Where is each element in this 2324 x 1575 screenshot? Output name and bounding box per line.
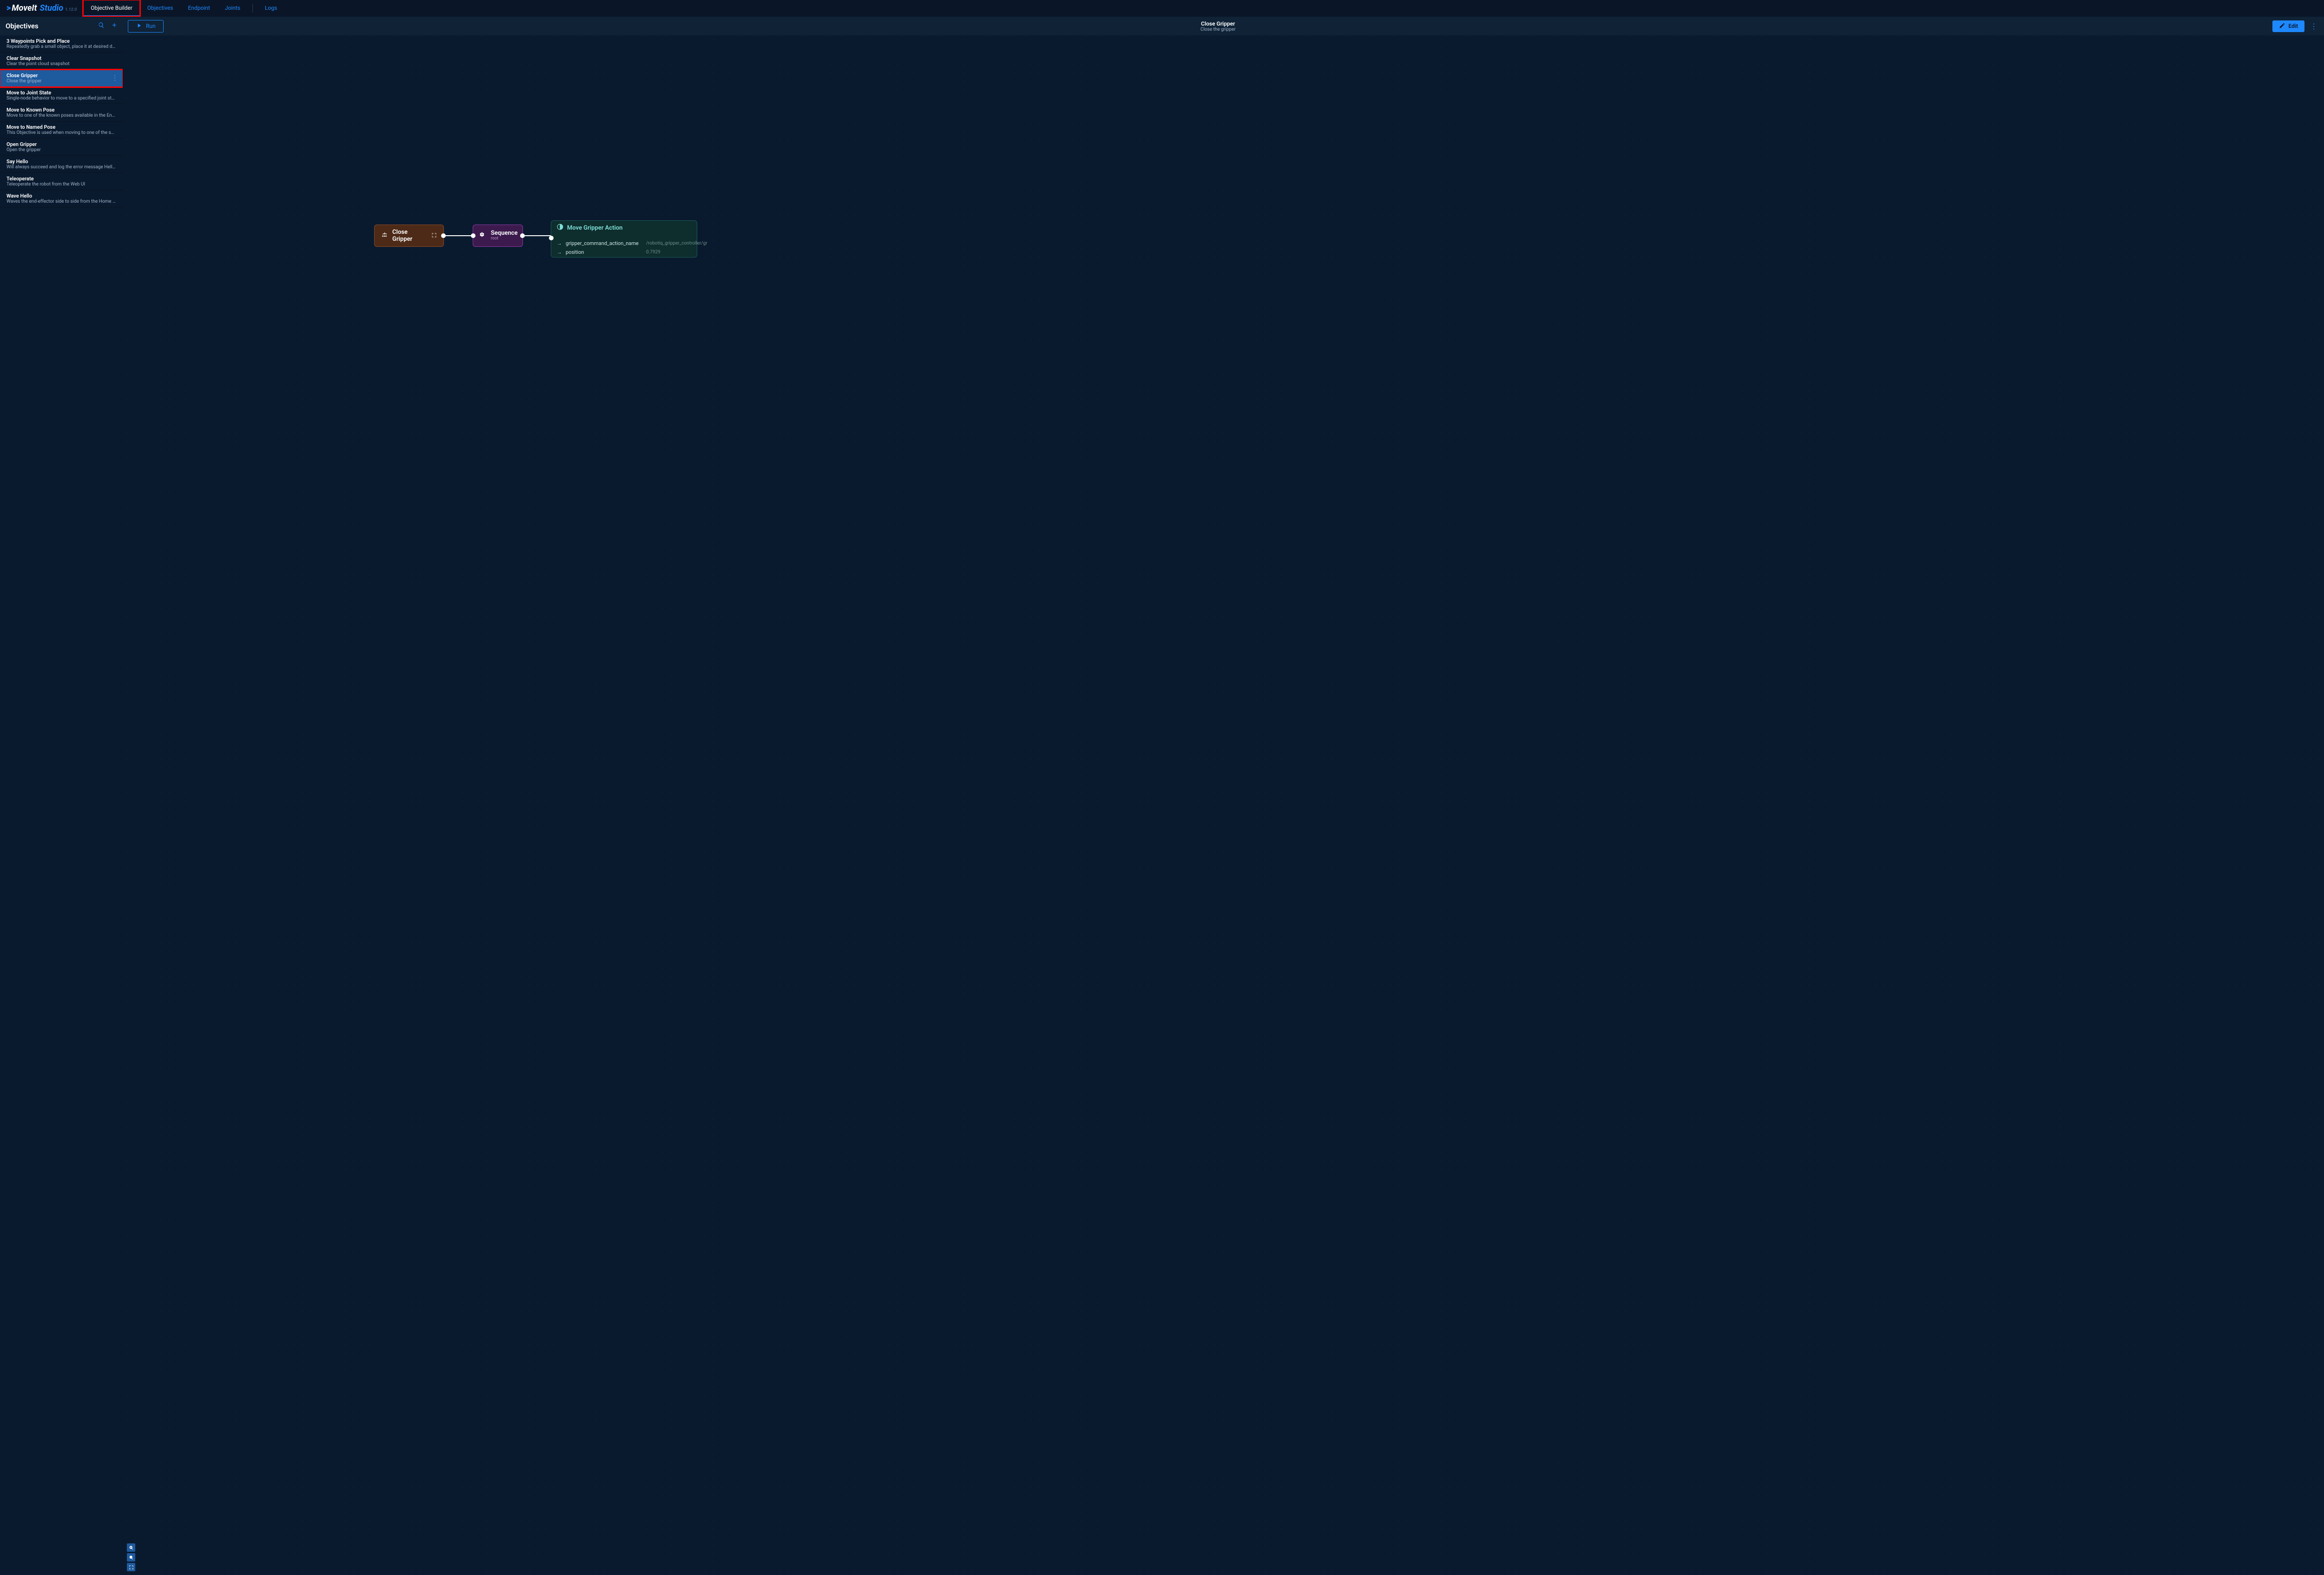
node-close-gripper-label: Close Gripper bbox=[392, 229, 427, 243]
tab-joints[interactable]: Joints bbox=[218, 0, 248, 16]
objective-item-title: Close Gripper bbox=[7, 73, 116, 79]
objective-item[interactable]: Open GripperOpen the gripper bbox=[0, 139, 123, 156]
tab-objectives[interactable]: Objectives bbox=[140, 0, 181, 16]
node-link bbox=[523, 235, 551, 236]
canvas-subtitle: Close the gripper bbox=[164, 27, 2273, 32]
objective-item-desc: This Objective is used when moving to on… bbox=[7, 130, 116, 135]
node-param-row[interactable]: → position 0.7929 bbox=[551, 248, 697, 257]
play-icon bbox=[136, 22, 142, 30]
node-param-value: 0.7929 bbox=[646, 250, 660, 255]
objective-item-title: Clear Snapshot bbox=[7, 55, 116, 61]
objective-item-desc: Will always succeed and log the error me… bbox=[7, 165, 116, 170]
zoom-out-button[interactable] bbox=[127, 1553, 135, 1562]
objective-item-desc: Close the gripper bbox=[7, 79, 116, 84]
run-button-label: Run bbox=[146, 23, 156, 29]
objective-item[interactable]: Say HelloWill always succeed and log the… bbox=[0, 156, 123, 173]
objective-item[interactable]: Move to Named PoseThis Objective is used… bbox=[0, 121, 123, 139]
arrow-right-icon: → bbox=[557, 249, 562, 255]
tab-separator bbox=[252, 4, 253, 13]
node-action-label: Move Gripper Action bbox=[567, 225, 623, 232]
sidebar-title: Objectives bbox=[6, 22, 39, 30]
tab-objective-builder[interactable]: Objective Builder bbox=[83, 0, 140, 16]
node-link bbox=[444, 235, 473, 236]
node-param-key: gripper_command_action_name bbox=[566, 240, 642, 246]
node-move-gripper-action[interactable]: Move Gripper Action → gripper_command_act… bbox=[551, 220, 697, 258]
sidebar-header: Objectives bbox=[0, 17, 123, 35]
collapse-icon[interactable] bbox=[431, 232, 437, 239]
arrow-right-icon: → bbox=[557, 240, 562, 246]
objective-item-desc: Single-node behavior to move to a specif… bbox=[7, 96, 116, 101]
node-input-port[interactable] bbox=[549, 236, 554, 240]
objective-item-desc: Teleoperate the robot from the Web UI bbox=[7, 182, 116, 187]
node-param-value: /robotiq_gripper_controller/gr bbox=[646, 241, 707, 246]
objective-item[interactable]: Move to Joint StateSingle-node behavior … bbox=[0, 87, 123, 104]
subheader-row: Objectives Run Close Gripper Close the g… bbox=[0, 17, 2324, 35]
objective-item-title: 3 Waypoints Pick and Place bbox=[7, 38, 116, 44]
pencil-icon bbox=[2279, 22, 2285, 30]
objective-item-desc: Move to one of the known poses available… bbox=[7, 113, 116, 118]
canvas-title-block: Close Gripper Close the gripper bbox=[164, 20, 2273, 32]
canvas-header: Run Close Gripper Close the gripper Edit… bbox=[123, 17, 2324, 35]
node-sequence-label: Sequence bbox=[491, 230, 518, 237]
objective-item[interactable]: Move to Known PoseMove to one of the kno… bbox=[0, 104, 123, 121]
nav-tabs: Objective BuilderObjectivesEndpointJoint… bbox=[83, 0, 284, 16]
app-header: > MoveIt Studio 1.12.0 Objective Builder… bbox=[0, 0, 2324, 17]
logo-version: 1.12.0 bbox=[65, 7, 77, 12]
objective-item-desc: Clear the point cloud snapshot bbox=[7, 61, 116, 66]
app-logo: > MoveIt Studio 1.12.0 bbox=[0, 3, 83, 13]
canvas-title: Close Gripper bbox=[164, 20, 2273, 27]
zoom-controls bbox=[127, 1543, 135, 1571]
node-param-key: position bbox=[566, 249, 642, 255]
objective-item[interactable]: 3 Waypoints Pick and PlaceRepeatedly gra… bbox=[0, 35, 123, 53]
objective-item[interactable]: Wave HelloWaves the end-effector side to… bbox=[0, 190, 123, 207]
logo-studio: Studio bbox=[40, 3, 63, 13]
gears-icon bbox=[480, 232, 486, 240]
node-sequence[interactable]: Sequence root bbox=[473, 225, 523, 247]
objective-item-title: Say Hello bbox=[7, 159, 116, 165]
objective-item-title: Open Gripper bbox=[7, 141, 116, 147]
objective-item-desc: Repeatedly grab a small object, place it… bbox=[7, 44, 116, 49]
objective-item[interactable]: Clear SnapshotClear the point cloud snap… bbox=[0, 53, 123, 70]
more-icon[interactable]: ⋮ bbox=[2308, 22, 2319, 31]
objective-item[interactable]: Close GripperClose the gripper bbox=[0, 70, 123, 87]
logo-chevron-icon: > bbox=[7, 3, 11, 13]
node-close-gripper[interactable]: Close Gripper bbox=[374, 225, 444, 247]
tree-icon bbox=[381, 232, 388, 240]
objective-item-title: Wave Hello bbox=[7, 193, 116, 199]
edit-button-label: Edit bbox=[2288, 23, 2298, 29]
objective-item-title: Move to Known Pose bbox=[7, 107, 116, 113]
run-button[interactable]: Run bbox=[128, 20, 164, 33]
search-icon[interactable] bbox=[98, 22, 105, 30]
add-icon[interactable] bbox=[111, 22, 118, 30]
objective-item-title: Teleoperate bbox=[7, 176, 116, 182]
objective-item-desc: Open the gripper bbox=[7, 147, 116, 152]
objective-item-title: Move to Named Pose bbox=[7, 124, 116, 130]
objective-item-desc: Waves the end-effector side to side from… bbox=[7, 199, 116, 204]
zoom-in-button[interactable] bbox=[127, 1543, 135, 1552]
objective-item-title: Move to Joint State bbox=[7, 90, 116, 96]
tab-logs[interactable]: Logs bbox=[257, 0, 284, 16]
behavior-tree-canvas[interactable]: Close Gripper Sequence root bbox=[123, 35, 2324, 1575]
node-sequence-sub: root bbox=[491, 237, 518, 241]
logo-moveit: MoveIt bbox=[12, 3, 37, 13]
fit-view-button[interactable] bbox=[127, 1563, 135, 1571]
node-input-port[interactable] bbox=[471, 233, 475, 238]
action-icon bbox=[557, 224, 563, 232]
objective-item[interactable]: TeleoperateTeleoperate the robot from th… bbox=[0, 173, 123, 190]
tab-endpoint[interactable]: Endpoint bbox=[181, 0, 218, 16]
node-param-row[interactable]: →gripper_command_action_name/robotiq_gri… bbox=[551, 239, 697, 248]
objectives-sidebar[interactable]: 3 Waypoints Pick and PlaceRepeatedly gra… bbox=[0, 35, 123, 1575]
edit-button[interactable]: Edit bbox=[2272, 20, 2304, 32]
